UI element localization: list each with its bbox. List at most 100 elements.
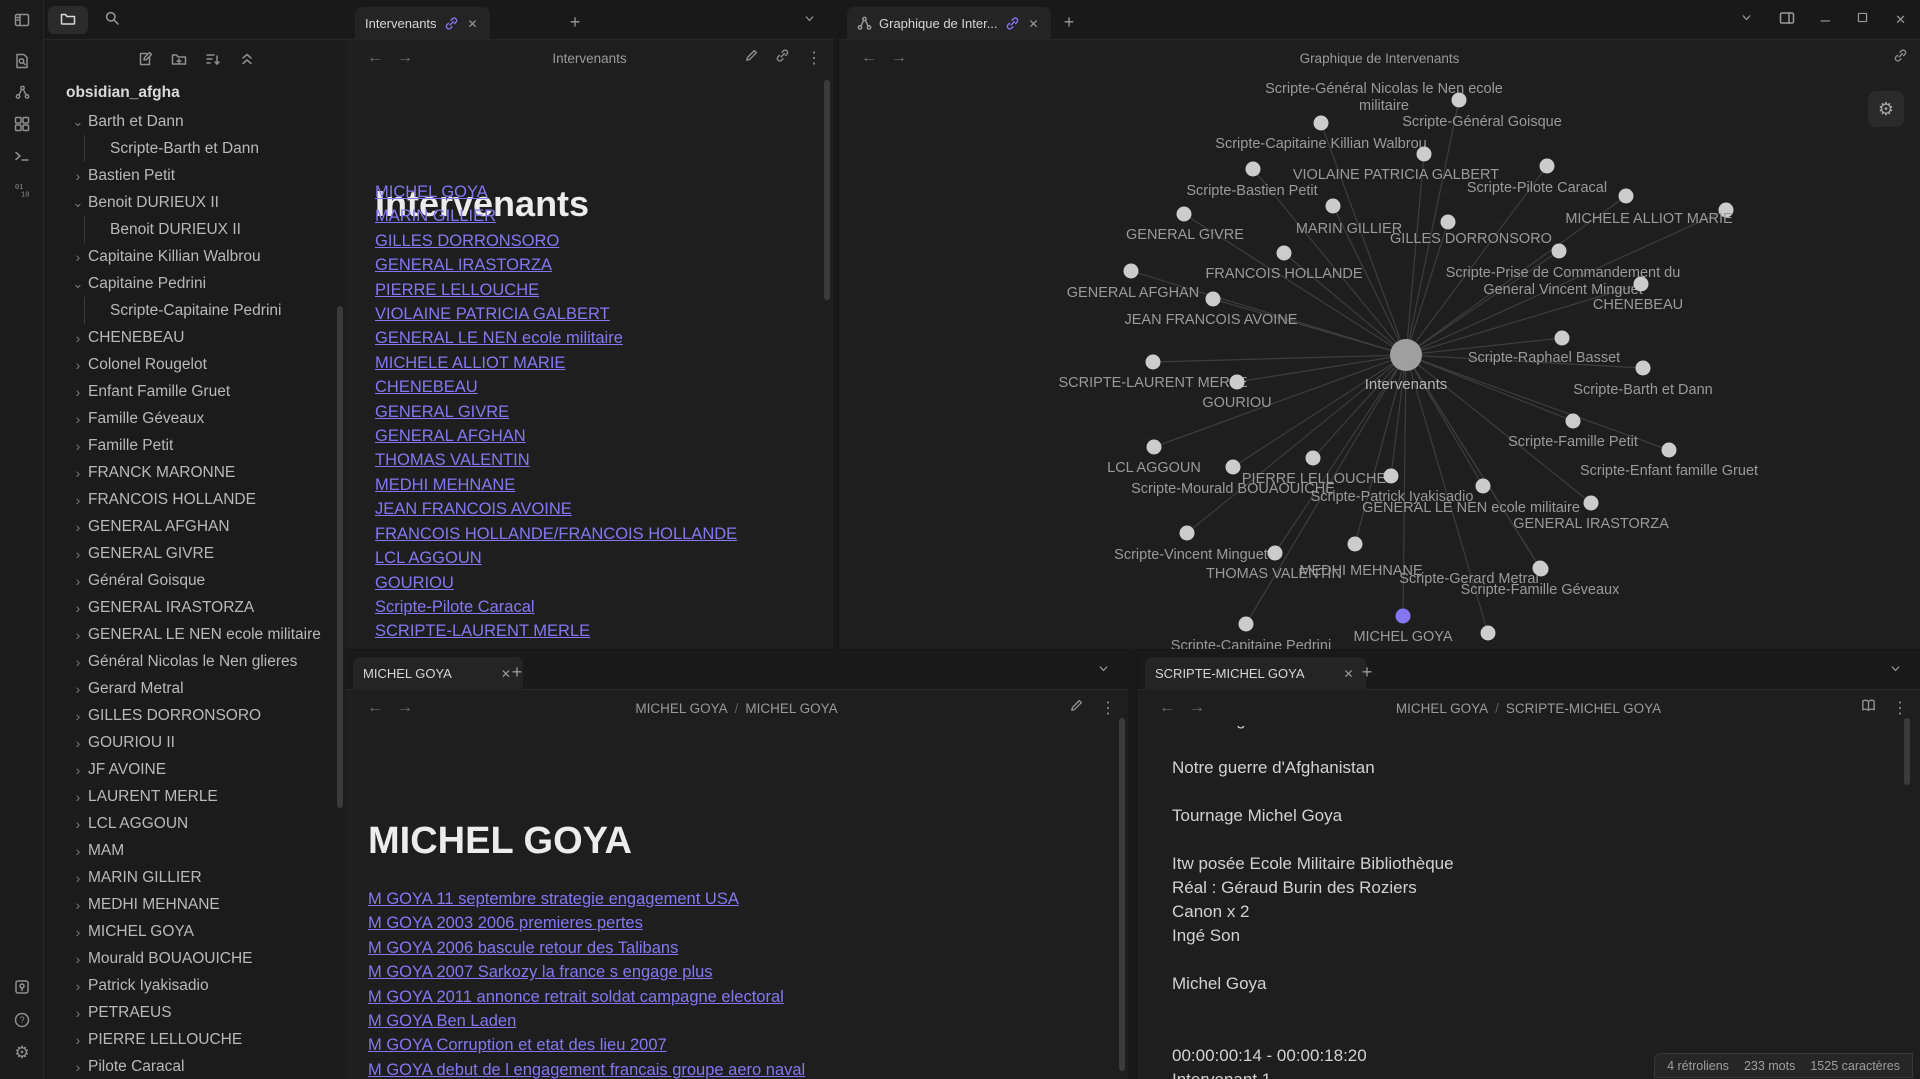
internal-link[interactable]: GENERAL IRASTORZA — [375, 253, 552, 277]
tree-item-general-givre[interactable]: ›GENERAL GIVRE — [44, 540, 337, 567]
graph-node[interactable] — [1619, 189, 1634, 204]
tab-list-chevron-icon[interactable] — [1889, 662, 1902, 680]
help-button[interactable]: ? — [8, 1006, 36, 1034]
tree-item-jf-avoine[interactable]: ›JF AVOINE — [44, 756, 337, 783]
tree-item-famille-petit[interactable]: ›Famille Petit — [44, 432, 337, 459]
internal-link[interactable]: PIERRE LELLOUCHE — [375, 278, 539, 302]
right-sidebar-toggle-icon[interactable] — [1779, 10, 1795, 31]
more-options-icon[interactable]: ⋮ — [1100, 698, 1116, 718]
graph-node[interactable] — [1326, 199, 1341, 214]
tree-item-medhi-mehnane[interactable]: ›MEDHI MEHNANE — [44, 891, 337, 918]
graph-node[interactable] — [1306, 451, 1321, 466]
internal-link[interactable]: M GOYA debut de l engagement francais gr… — [368, 1058, 805, 1079]
close-tab-icon[interactable]: ✕ — [466, 17, 480, 31]
graph-node[interactable] — [1476, 479, 1491, 494]
internal-link[interactable]: MARIN GILLIER — [375, 204, 496, 228]
internal-link[interactable]: M GOYA 2003 2006 premieres pertes — [368, 911, 643, 935]
tree-item-petraeus[interactable]: ›PETRAEUS — [44, 999, 337, 1026]
graph-node[interactable] — [1180, 526, 1195, 541]
graph-node[interactable] — [1481, 626, 1496, 641]
internal-link[interactable]: JEAN FRANCOIS AVOINE — [375, 497, 572, 521]
tree-item-scripte-capitaine-pedrini[interactable]: Scripte-Capitaine Pedrini — [44, 297, 337, 324]
tree-item-marin-gillier[interactable]: ›MARIN GILLIER — [44, 864, 337, 891]
internal-link[interactable]: Scripte-Pilote Caracal — [375, 595, 535, 619]
graph-node[interactable] — [1555, 331, 1570, 346]
graph-node[interactable] — [1566, 414, 1581, 429]
breadcrumb-parent[interactable]: MICHEL GOYA — [635, 701, 727, 716]
canvas-button[interactable] — [8, 110, 36, 138]
graph-node[interactable] — [1533, 561, 1548, 576]
graph-node[interactable] — [1277, 246, 1292, 261]
internal-link[interactable]: GENERAL LE NEN ecole militaire — [375, 326, 623, 350]
close-tab-icon[interactable]: ✕ — [1027, 17, 1041, 31]
back-icon[interactable]: ← — [861, 49, 877, 67]
tree-item-benoit-durieux-ii[interactable]: ⌄Benoit DURIEUX II — [44, 189, 337, 216]
internal-link[interactable]: M GOYA Corruption et etat des lieu 2007 — [368, 1033, 667, 1057]
forward-icon[interactable]: → — [397, 49, 413, 67]
graph-view[interactable]: Scripte-Général Nicolas le Nen ecolemili… — [839, 76, 1920, 649]
internal-link[interactable]: MICHEL GOYA — [375, 180, 488, 204]
graph-node[interactable] — [1268, 546, 1283, 561]
link-icon[interactable] — [1893, 48, 1908, 68]
pane-scrollbar[interactable] — [1119, 718, 1125, 1071]
graph-settings-button[interactable]: ⚙ — [1868, 91, 1904, 127]
close-tab-icon[interactable]: ✕ — [1342, 667, 1356, 681]
graph-node[interactable] — [1348, 537, 1363, 552]
internal-link[interactable]: SCRIPTE-LAURENT MERLE — [375, 619, 590, 643]
close-window-button[interactable]: ✕ — [1895, 12, 1906, 28]
internal-link[interactable]: MEDHI MEHNANE — [375, 473, 515, 497]
graph-node[interactable] — [1147, 440, 1162, 455]
graph-node[interactable] — [1239, 617, 1254, 632]
search-note-button[interactable] — [8, 47, 36, 75]
vault-button[interactable] — [8, 973, 36, 1001]
tree-item-mam[interactable]: ›MAM — [44, 837, 337, 864]
tab-list-chevron-icon[interactable] — [1097, 662, 1110, 680]
forward-icon[interactable]: → — [1189, 699, 1205, 717]
minimize-button[interactable]: – — [1821, 10, 1830, 30]
back-icon[interactable]: ← — [367, 49, 383, 67]
graph-node[interactable] — [1314, 116, 1329, 131]
graph-node[interactable] — [1177, 207, 1192, 222]
tab-list-chevron-icon[interactable] — [803, 12, 816, 30]
internal-link[interactable]: GENERAL GIVRE — [375, 400, 509, 424]
edit-icon[interactable] — [744, 48, 759, 68]
settings-button[interactable]: ⚙ — [8, 1039, 36, 1067]
sort-button[interactable] — [200, 46, 226, 72]
graph-hub-node[interactable] — [1390, 339, 1422, 371]
tree-item-chenebeau[interactable]: ›CHENEBEAU — [44, 324, 337, 351]
maximize-button[interactable] — [1856, 11, 1869, 29]
breadcrumb-current[interactable]: MICHEL GOYA — [745, 701, 837, 716]
graph-node[interactable] — [1417, 147, 1432, 162]
internal-link[interactable]: Scripte-Capitaine Pedrini — [375, 644, 558, 649]
internal-link[interactable]: VIOLAINE PATRICIA GALBERT — [375, 302, 610, 326]
new-tab-button[interactable]: + — [505, 660, 529, 684]
tree-item-lcl-aggoun[interactable]: ›LCL AGGOUN — [44, 810, 337, 837]
tree-item-g-n-ral-goisque[interactable]: ›Général Goisque — [44, 567, 337, 594]
tree-item-gilles-dorronsoro[interactable]: ›GILLES DORRONSORO — [44, 702, 337, 729]
breadcrumb-current[interactable]: SCRIPTE-MICHEL GOYA — [1506, 701, 1661, 716]
tree-item-general-le-nen-ecole-militaire[interactable]: ›GENERAL LE NEN ecole militaire — [44, 621, 337, 648]
internal-link[interactable]: GILLES DORRONSORO — [375, 229, 559, 253]
collapse-all-button[interactable] — [234, 46, 260, 72]
internal-link[interactable]: M GOYA 2011 annonce retrait soldat campa… — [368, 985, 784, 1009]
tree-item-enfant-famille-gruet[interactable]: ›Enfant Famille Gruet — [44, 378, 337, 405]
breadcrumb[interactable]: Intervenants — [552, 51, 626, 66]
back-icon[interactable]: ← — [367, 699, 383, 717]
new-folder-button[interactable] — [166, 46, 192, 72]
tree-item-general-irastorza[interactable]: ›GENERAL IRASTORZA — [44, 594, 337, 621]
internal-link[interactable]: GENERAL AFGHAN — [375, 424, 526, 448]
tree-item-barth-et-dann[interactable]: ⌄Barth et Dann — [44, 108, 337, 135]
graph-node[interactable] — [1230, 375, 1245, 390]
back-icon[interactable]: ← — [1159, 699, 1175, 717]
graph-node[interactable] — [1540, 159, 1555, 174]
link-icon[interactable] — [775, 48, 790, 68]
forward-icon[interactable]: → — [891, 49, 907, 67]
sidebar-toggle-button[interactable] — [8, 6, 36, 34]
graph-canvas[interactable]: Scripte-Général Nicolas le Nen ecolemili… — [839, 76, 1920, 649]
breadcrumb-parent[interactable]: MICHEL GOYA — [1396, 701, 1488, 716]
more-options-icon[interactable]: ⋮ — [1892, 698, 1908, 718]
tree-item-franck-maronne[interactable]: ›FRANCK MARONNE — [44, 459, 337, 486]
internal-link[interactable]: M GOYA Ben Laden — [368, 1009, 516, 1033]
graph-node[interactable] — [1246, 162, 1261, 177]
internal-link[interactable]: FRANCOIS HOLLANDE/FRANCOIS HOLLANDE — [375, 522, 737, 546]
